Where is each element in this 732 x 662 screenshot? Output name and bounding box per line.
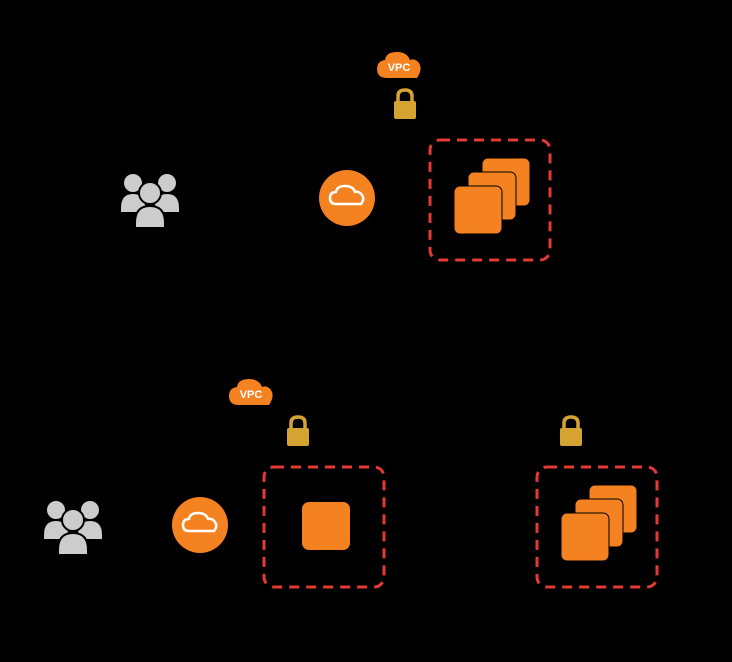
vpc-cloud-icon-lower: VPC bbox=[225, 375, 277, 411]
cloud-circle-icon-upper bbox=[317, 168, 377, 228]
cloud-circle-icon-lower bbox=[170, 495, 230, 555]
lock-icon-lower-right bbox=[556, 414, 586, 448]
instance-single-icon-lower bbox=[298, 498, 354, 554]
vpc-cloud-icon-upper: VPC bbox=[373, 48, 425, 84]
users-icon-lower bbox=[38, 495, 108, 555]
instances-stack-icon-upper bbox=[450, 154, 536, 240]
instances-stack-icon-lower bbox=[557, 481, 643, 567]
users-icon-upper bbox=[115, 168, 185, 228]
vpc-label-lower: VPC bbox=[240, 389, 263, 401]
vpc-label-upper: VPC bbox=[388, 62, 411, 74]
lock-icon-upper bbox=[390, 87, 420, 121]
lock-icon-lower-left bbox=[283, 414, 313, 448]
